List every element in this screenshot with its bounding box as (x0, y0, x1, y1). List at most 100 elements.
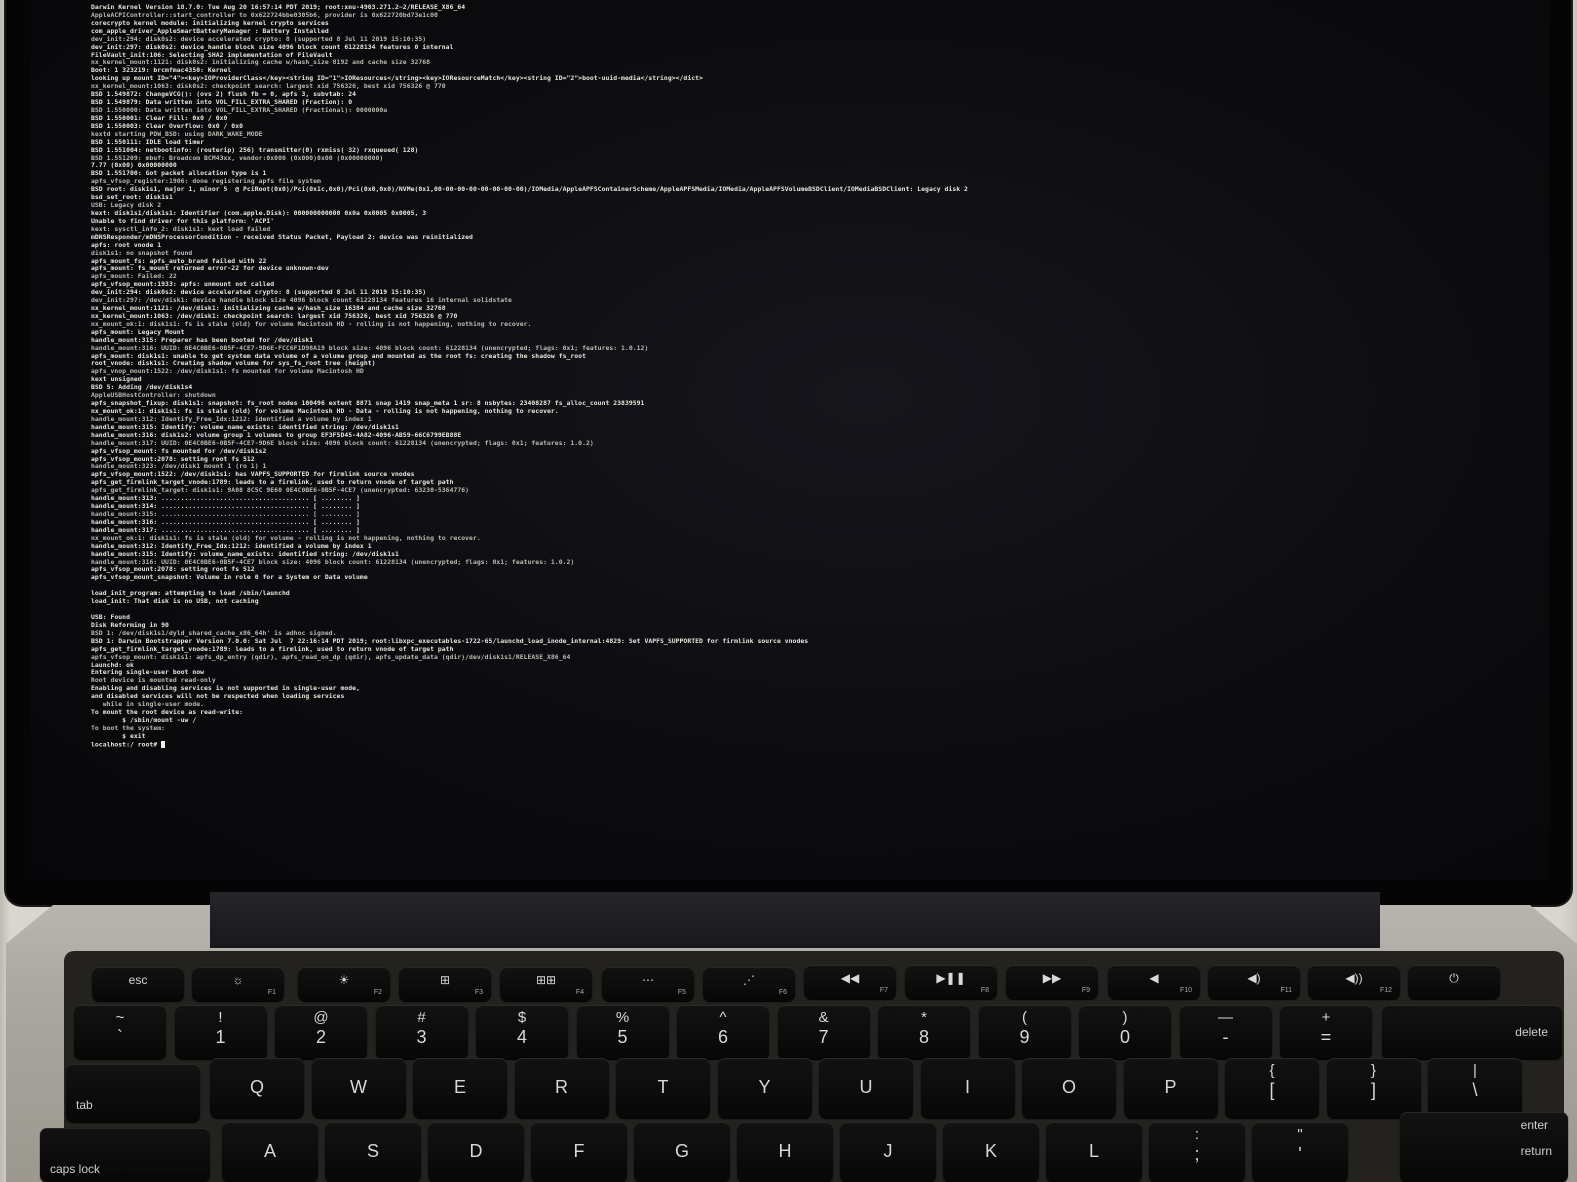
key-0[interactable]: ) 0 (1079, 1005, 1171, 1059)
key-legend: ⋰ (743, 973, 755, 987)
key-5[interactable]: % 5 (576, 1005, 669, 1059)
key-g[interactable]: G (634, 1122, 730, 1182)
key-6[interactable]: ^ 6 (677, 1005, 769, 1059)
key-4[interactable]: $4 (476, 1005, 568, 1059)
key-legend: 7 (818, 1027, 829, 1047)
key-i[interactable]: I (920, 1058, 1015, 1118)
key-t[interactable]: T (616, 1058, 710, 1118)
f12-key[interactable]: ◀)) F12 (1308, 965, 1400, 999)
terminal-line: and disabled services will not be respec… (91, 692, 345, 701)
terminal-line: apfs_vnop_mount:1522: /dev/disk1s1: fs m… (91, 367, 364, 376)
key-shift-legend: — (1218, 1009, 1233, 1026)
key-word-legend: enter (1520, 1118, 1548, 1132)
key-legend: ⊞ (439, 973, 451, 987)
key-legend: ◀) (1247, 971, 1261, 985)
terminal-line: To boot the system: (91, 723, 166, 732)
key-u[interactable]: U (819, 1058, 913, 1118)
key-shift-legend: * (921, 1009, 927, 1026)
return-key[interactable]: enter return (1400, 1112, 1568, 1182)
key-shift-legend: $ (517, 1009, 527, 1026)
laptop-screen: Darwin Kernel Version 18.7.0: Tue Aug 20… (31, 0, 1549, 880)
f7-key[interactable]: ◀◀ F7 (804, 965, 896, 999)
key-shift-legend: ~ (115, 1009, 125, 1026)
key-left-bracket[interactable]: {[ (1225, 1058, 1319, 1118)
key-fn-legend: F12 (1379, 987, 1392, 994)
power-key[interactable]: ⏻ (1408, 965, 1500, 999)
key-fn-legend: F8 (980, 987, 989, 994)
key-9[interactable]: (9 (978, 1005, 1071, 1059)
key-q[interactable]: Q (210, 1058, 304, 1118)
key-backslash[interactable]: | \ (1428, 1058, 1522, 1118)
key-legend: ' (1298, 1144, 1302, 1164)
f2-key[interactable]: ☀ F2 (298, 967, 390, 1001)
key-2[interactable]: @2 (275, 1005, 367, 1059)
delete-key[interactable]: delete (1382, 1005, 1562, 1059)
f9-key[interactable]: ▶▶ F9 (1006, 965, 1098, 999)
key-p[interactable]: P (1123, 1058, 1218, 1118)
esc-key[interactable]: esc (92, 967, 184, 1001)
terminal-line: mDNSResponder/mDNSProcessorCondition - r… (91, 232, 473, 241)
key-fn-legend: F9 (1081, 987, 1090, 994)
key-legend: Y (758, 1077, 771, 1097)
key-s[interactable]: S (325, 1122, 421, 1182)
terminal-line: To mount the root device as read-write: (91, 708, 244, 717)
key-semicolon[interactable]: :; (1149, 1122, 1245, 1182)
f5-key[interactable]: ⋯ F5 (602, 967, 694, 1001)
key-legend: 1 (215, 1027, 226, 1047)
key-legend: 5 (617, 1027, 628, 1047)
key-7[interactable]: & 7 (777, 1005, 870, 1059)
f3-key[interactable]: ⊞ F3 (399, 967, 491, 1001)
key-legend: T (657, 1077, 669, 1097)
key-l[interactable]: L (1046, 1122, 1142, 1182)
key-f[interactable]: F (531, 1122, 627, 1182)
key-shift-legend: } (1370, 1062, 1376, 1079)
key-fn-legend: F6 (778, 989, 787, 996)
f8-key[interactable]: ▶❚❚ F8 (905, 965, 997, 999)
key-legend: R (555, 1077, 568, 1097)
key-legend: ☼ (232, 973, 244, 987)
terminal-line: apfs_vfsop_mount: disk1s1: apfs_dp_entry… (91, 652, 571, 661)
key-quote[interactable]: " ' (1252, 1122, 1348, 1182)
key-1[interactable]: ! 1 (174, 1005, 267, 1059)
key-d[interactable]: D (428, 1122, 524, 1182)
tab-key[interactable]: tab (66, 1064, 200, 1122)
key--[interactable]: — - (1179, 1005, 1272, 1059)
key-shift-legend: ^ (719, 1009, 727, 1026)
f10-key[interactable]: ◀ F10 (1108, 965, 1200, 999)
key-legend: ☀ (338, 973, 350, 987)
key-3[interactable]: #3 (375, 1005, 468, 1059)
key-y[interactable]: Y (717, 1058, 812, 1118)
f11-key[interactable]: ◀) F11 (1208, 965, 1300, 999)
key-legend: 4 (516, 1027, 527, 1047)
key-h[interactable]: H (737, 1122, 833, 1182)
key-k[interactable]: K (943, 1122, 1039, 1182)
terminal-line: apfs_vfsop_mount_snapshot: Volume in rol… (91, 573, 368, 582)
terminal-line: handle_mount:317: UUID: 0E4C0BE6-0B5F-4C… (91, 438, 594, 447)
key-legend: \ (1472, 1080, 1478, 1100)
laptop-lid: Darwin Kernel Version 18.7.0: Tue Aug 20… (6, 0, 1571, 905)
key-legend: 8 (918, 1027, 929, 1047)
key-legend: 9 (1019, 1027, 1030, 1047)
key-w[interactable]: W (311, 1058, 406, 1118)
key-backtick[interactable]: ~ ` (74, 1005, 166, 1059)
key-r[interactable]: R (514, 1058, 609, 1118)
key-o[interactable]: O (1022, 1058, 1116, 1118)
key-legend: 6 (717, 1027, 728, 1047)
terminal-line: Launchd: ok (91, 660, 134, 669)
key-legend: E (453, 1077, 466, 1097)
key-legend: I (964, 1077, 970, 1097)
f4-key[interactable]: ⊞⊞ F4 (500, 967, 592, 1001)
key-a[interactable]: A (222, 1122, 318, 1182)
terminal-line: apfs_mount: Failed: 22 (91, 272, 177, 281)
key-8[interactable]: * 8 (878, 1005, 970, 1059)
caps-lock-key[interactable]: caps lock (40, 1128, 210, 1182)
f6-key[interactable]: ⋰ F6 (703, 967, 795, 1001)
key-legend: W (350, 1077, 367, 1097)
key-j[interactable]: J (840, 1122, 936, 1182)
key-right-bracket[interactable]: }] (1326, 1058, 1421, 1118)
key-e[interactable]: E (413, 1058, 507, 1118)
f1-key[interactable]: ☼ F1 (192, 967, 284, 1001)
single-user-terminal[interactable]: Darwin Kernel Version 18.7.0: Tue Aug 20… (91, 4, 1531, 854)
key-=[interactable]: + = (1280, 1005, 1372, 1059)
key-fn-legend: F3 (474, 989, 483, 996)
